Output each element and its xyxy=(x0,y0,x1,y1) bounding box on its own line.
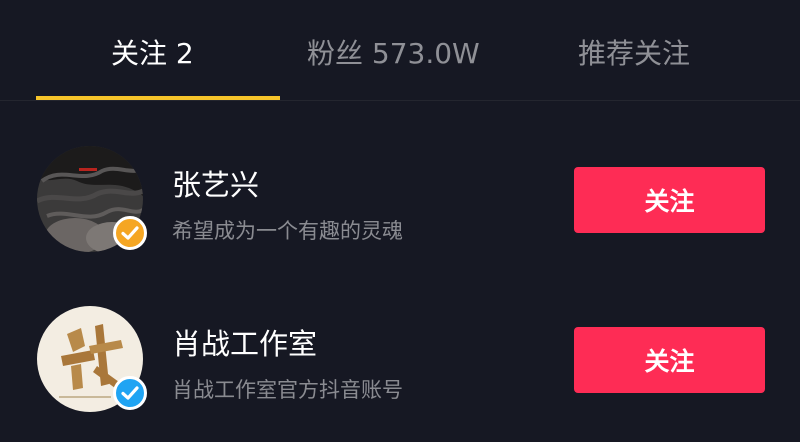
verified-check-icon xyxy=(121,386,139,400)
verified-badge-gold xyxy=(113,216,147,250)
verified-badge-blue xyxy=(113,376,147,410)
follow-button[interactable]: 关注 xyxy=(574,167,765,233)
user-bio: 肖战工作室官方抖音账号 xyxy=(172,378,403,402)
user-list-item[interactable]: 肖战工作室 肖战工作室官方抖音账号 关注 xyxy=(0,306,800,426)
verified-check-icon xyxy=(121,226,139,240)
tab-recommended[interactable]: 推荐关注 xyxy=(578,32,690,72)
tab-fans[interactable]: 粉丝 573.0W xyxy=(307,32,480,72)
user-name[interactable]: 张艺兴 xyxy=(172,162,259,204)
user-list-item[interactable]: 张艺兴 希望成为一个有趣的灵魂 关注 xyxy=(0,146,800,266)
tab-following[interactable]: 关注 2 xyxy=(111,32,194,72)
follow-button[interactable]: 关注 xyxy=(574,327,765,393)
active-tab-underline xyxy=(36,96,280,100)
tab-bar: 关注 2 粉丝 573.0W 推荐关注 xyxy=(0,0,800,101)
user-bio: 希望成为一个有趣的灵魂 xyxy=(172,219,403,243)
user-name[interactable]: 肖战工作室 xyxy=(172,321,317,363)
